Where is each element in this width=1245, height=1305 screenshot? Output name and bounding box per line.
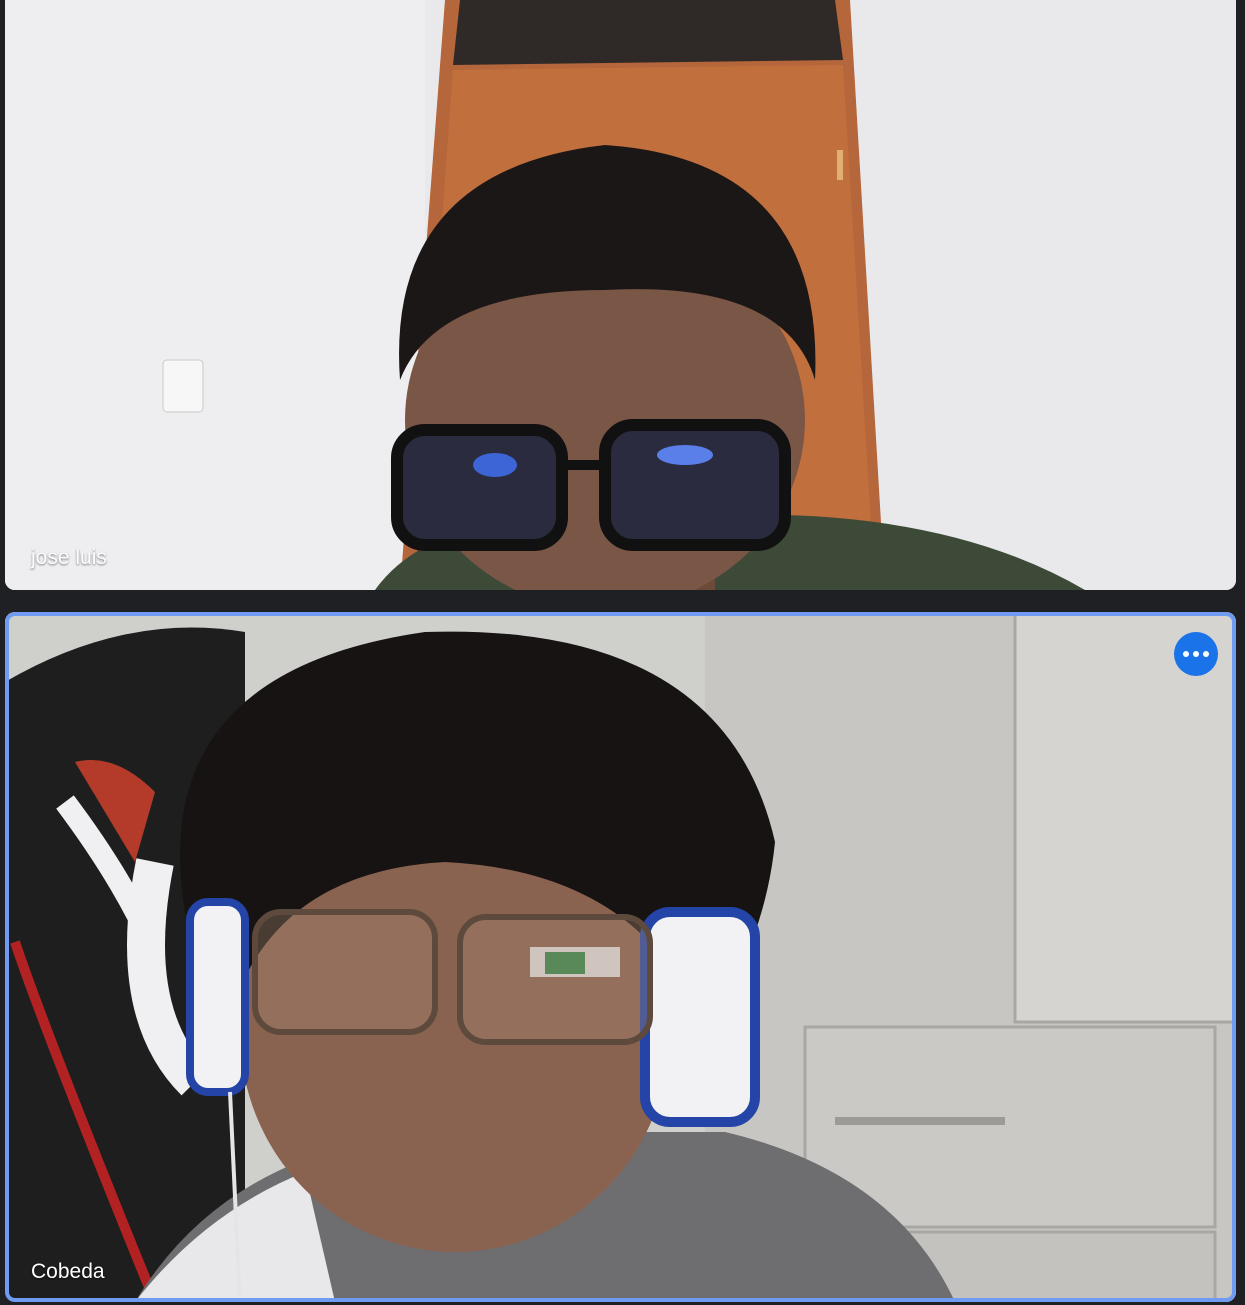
more-horizontal-icon bbox=[1183, 651, 1209, 657]
participant-video-feed bbox=[5, 612, 1236, 1302]
participant-tile-cobeda[interactable]: Cobeda bbox=[5, 612, 1236, 1302]
more-options-button[interactable] bbox=[1174, 632, 1218, 676]
participant-video-feed bbox=[5, 0, 1236, 590]
video-call-grid: jose luis Cobeda bbox=[0, 0, 1245, 1305]
participant-name-label: jose luis bbox=[31, 546, 107, 569]
participant-tile-jose-luis[interactable]: jose luis bbox=[5, 0, 1236, 590]
participant-name-label: Cobeda bbox=[31, 1260, 105, 1283]
